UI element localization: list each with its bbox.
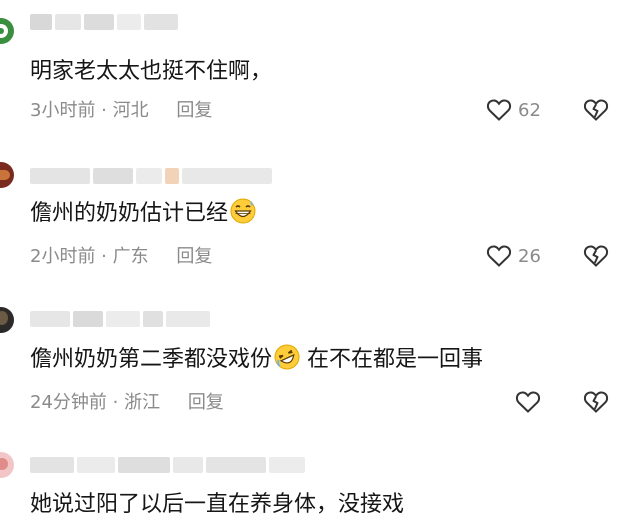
comment-text: 她说过阳了以后一直在养身体，没接戏 <box>30 492 405 517</box>
avatar[interactable] <box>0 307 14 333</box>
comment-location: 浙江 <box>124 392 161 413</box>
heart-outline-icon <box>486 244 512 268</box>
comment-text-content: 儋州奶奶第二季都没戏份 <box>30 347 273 372</box>
avatar[interactable] <box>0 162 14 188</box>
username-blurred[interactable] <box>30 457 305 473</box>
broken-heart-icon <box>583 98 609 122</box>
heart-outline-icon <box>486 98 512 122</box>
comment-meta: 3小时前 · 河北 回复 <box>30 99 212 123</box>
avatar[interactable] <box>0 452 14 478</box>
comment-text-content: 儋州的奶奶估计已经 <box>30 201 229 226</box>
comment-text-tail: 在不在都是一回事 <box>300 347 484 372</box>
dislike-button[interactable] <box>583 98 609 122</box>
comment-text: 儋州奶奶第二季都没戏份 在不在都是一回事 <box>30 344 483 375</box>
comment-meta: 2小时前 · 广东 回复 <box>30 245 212 269</box>
comment-time: 24分钟前 <box>30 392 107 413</box>
like-count: 62 <box>518 99 541 121</box>
rolling-laughing-emoji <box>274 344 300 370</box>
comment-text: 儋州的奶奶估计已经 <box>30 198 256 229</box>
like-button[interactable]: 26 <box>486 244 541 268</box>
like-button[interactable] <box>515 390 547 414</box>
reply-button[interactable]: 回复 <box>176 246 212 267</box>
username-blurred[interactable] <box>30 14 178 30</box>
dislike-button[interactable] <box>583 390 609 414</box>
username-blurred[interactable] <box>30 311 210 327</box>
heart-outline-icon <box>515 390 541 414</box>
avatar[interactable] <box>0 18 14 44</box>
broken-heart-icon <box>583 390 609 414</box>
comment-time: 3小时前 <box>30 100 96 121</box>
meta-separator: · <box>106 392 125 413</box>
username-blurred[interactable] <box>30 168 272 184</box>
comment-text: 明家老太太也挺不住啊， <box>30 59 273 84</box>
meta-separator: · <box>95 246 113 267</box>
comment-meta: 24分钟前 · 浙江 回复 <box>30 391 224 415</box>
reply-button[interactable]: 回复 <box>188 392 224 413</box>
grinning-sweat-emoji <box>230 198 256 224</box>
like-button[interactable]: 62 <box>486 98 541 122</box>
comment-location: 河北 <box>112 100 149 121</box>
comment-time: 2小时前 <box>30 246 96 267</box>
meta-separator: · <box>95 100 113 121</box>
reply-button[interactable]: 回复 <box>176 100 212 121</box>
comment-location: 广东 <box>112 246 149 267</box>
dislike-button[interactable] <box>583 244 609 268</box>
broken-heart-icon <box>583 244 609 268</box>
like-count: 26 <box>518 245 541 267</box>
